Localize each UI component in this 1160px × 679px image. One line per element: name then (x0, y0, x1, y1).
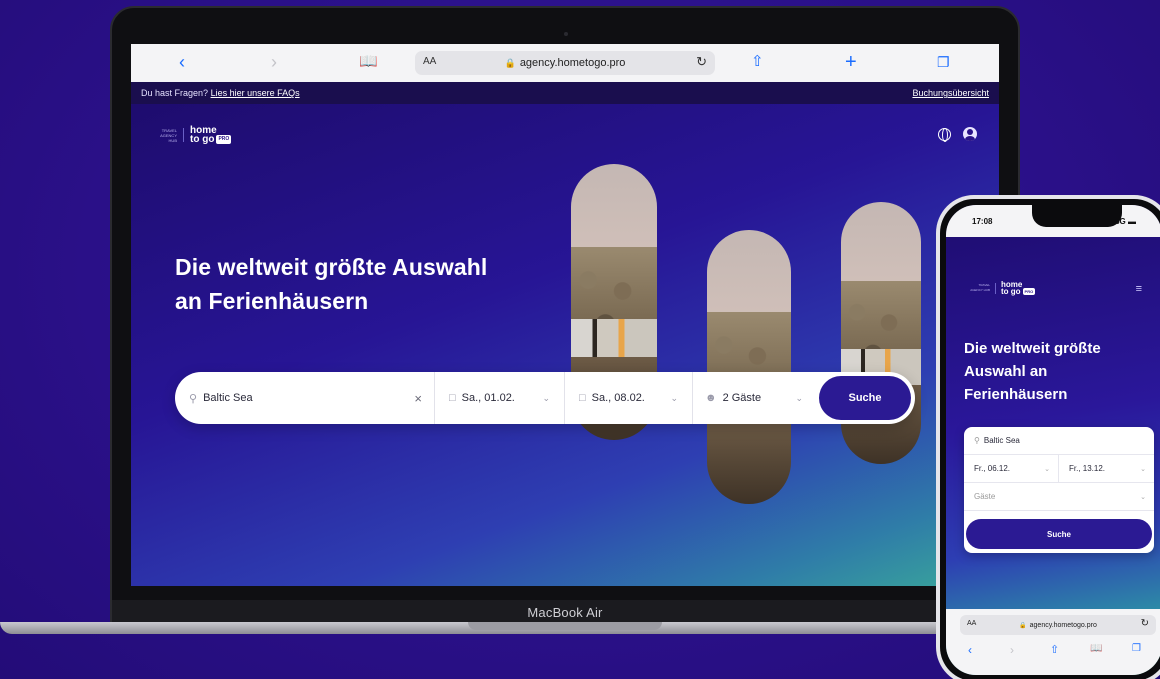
phone-headline-line-2: Auswahl an (964, 363, 1048, 380)
phone-logo-word-bottom: to go (1001, 287, 1021, 296)
lock-icon: 🔒 (1019, 622, 1027, 629)
calendar-icon: □ (579, 392, 586, 404)
phone-notch (1032, 205, 1122, 227)
phone-hero-headline: Die weltweit größte Auswahl an Ferienhäu… (964, 337, 1154, 406)
phone-logo-tagline: TRAVEL AGENCY HUB (970, 283, 990, 293)
globe-icon[interactable] (938, 128, 951, 142)
phone-headline-line-1: Die weltweit größte (964, 340, 1101, 357)
phone-checkin-field[interactable]: Fr., 06.12. ⌄ (964, 454, 1059, 483)
share-icon[interactable]: ⇧ (751, 52, 764, 72)
booking-overview-link[interactable]: Buchungsübersicht (912, 88, 989, 98)
phone-dates-row: Fr., 06.12. ⌄ Fr., 13.12. ⌄ (964, 454, 1154, 483)
search-icon: ⚲ (189, 392, 198, 405)
search-icon: ⚲ (974, 436, 980, 445)
arch-photo-3 (841, 202, 921, 464)
phone-address-bar[interactable]: AA 🔒 agency.hometogo.pro ↻ (960, 615, 1156, 635)
status-time: 17:08 (972, 216, 993, 226)
phone-logo[interactable]: TRAVEL AGENCY HUB home to go PRO (968, 281, 1036, 296)
phone-screen: 17:08 ▮▮ 5G ▬ TRAVEL AGENCY HUB home to … (946, 205, 1160, 675)
browser-toolbar: ‹ › 📖 AA 🔒 agency.hometogo.pro ↻ ⇧ + ❐ (131, 44, 999, 82)
logo-pro-badge: PRO (216, 135, 232, 144)
destination-field[interactable]: ⚲ Baltic Sea × (175, 372, 435, 424)
camera-dot (564, 32, 568, 36)
chevron-down-icon: ⌄ (542, 392, 550, 403)
phone-logo-wordmark: home to go PRO (1001, 281, 1036, 296)
share-icon[interactable]: ⇧ (1050, 643, 1059, 656)
phone-guests-field[interactable]: Gäste ⌄ (964, 483, 1154, 511)
promo-stage: MacBook Air ‹ › 📖 AA 🔒 agency.hometogo.p… (0, 0, 1160, 679)
phone-url-text: agency.hometogo.pro (1029, 621, 1097, 629)
arch-photo-2 (707, 230, 791, 504)
guests-value: 2 Gäste (722, 392, 762, 404)
hero-section: TRAVEL AGENCY HUB home to go PRO Die welt… (131, 104, 999, 586)
logo-divider (183, 128, 184, 143)
logo-word-bottom: to go (190, 134, 215, 146)
destination-value: Baltic Sea (203, 392, 253, 404)
reload-icon[interactable]: ↻ (1141, 618, 1149, 629)
headline-line-1: Die weltweit größte Auswahl (175, 254, 488, 280)
address-bar[interactable]: AA 🔒 agency.hometogo.pro ↻ (415, 51, 715, 75)
hero-headline: Die weltweit größte Auswahl an Ferienhäu… (175, 250, 555, 318)
back-icon[interactable]: ‹ (968, 643, 972, 657)
chevron-down-icon: ⌄ (1140, 493, 1146, 501)
book-icon[interactable]: 📖 (1090, 643, 1102, 654)
phone-reader-aa-button[interactable]: AA (967, 620, 976, 627)
plus-icon[interactable]: + (845, 52, 857, 72)
checkin-value: Sa., 01.02. (461, 392, 515, 404)
reload-icon[interactable]: ↻ (696, 54, 707, 70)
chevron-down-icon: ⌄ (795, 392, 803, 403)
chevron-down-icon: ⌄ (1140, 465, 1146, 473)
phone-browser-bar: AA 🔒 agency.hometogo.pro ↻ ‹ › ⇧ 📖 ❐ (946, 609, 1160, 675)
forward-icon[interactable]: › (271, 52, 277, 72)
laptop-bezel: MacBook Air (112, 600, 1018, 624)
hamburger-menu-icon[interactable]: ≡ (1136, 283, 1142, 295)
phone-headline-line-3: Ferienhäusern (964, 386, 1068, 403)
info-bar: Du hast Fragen? Lies hier unsere FAQs Bu… (131, 82, 999, 104)
url-text: agency.hometogo.pro (519, 57, 626, 69)
back-icon[interactable]: ‹ (179, 52, 185, 72)
logo-wordmark: home to go PRO (190, 126, 232, 146)
phone-search-card: ⚲ Baltic Sea Fr., 06.12. ⌄ Fr., 13.12. ⌄ (964, 427, 1154, 553)
faq-link[interactable]: Lies hier unsere FAQs (211, 88, 300, 98)
logo-tagline: TRAVEL AGENCY HUB (160, 127, 177, 143)
phone-guests-placeholder: Gäste (974, 492, 996, 501)
user-avatar-icon[interactable] (963, 127, 977, 141)
person-icon: ☻ (705, 392, 717, 404)
laptop-notch (468, 622, 662, 630)
calendar-icon: □ (449, 392, 456, 404)
phone-bezel: 17:08 ▮▮ 5G ▬ TRAVEL AGENCY HUB home to … (940, 199, 1160, 679)
phone-logo-divider (995, 282, 996, 294)
checkout-field[interactable]: □ Sa., 08.02. ⌄ (565, 372, 693, 424)
phone-search-button[interactable]: Suche (966, 519, 1152, 549)
chevron-down-icon: ⌄ (1044, 465, 1050, 473)
phone-checkin-value: Fr., 06.12. (974, 464, 1011, 473)
search-bar: ⚲ Baltic Sea × □ Sa., 01.02. ⌄ □ Sa., 08… (175, 372, 915, 424)
phone-frame: 17:08 ▮▮ 5G ▬ TRAVEL AGENCY HUB home to … (936, 195, 1160, 679)
search-button[interactable]: Suche (819, 376, 911, 420)
logo[interactable]: TRAVEL AGENCY HUB home to go PRO (151, 126, 232, 146)
tabs-icon[interactable]: ❐ (937, 52, 950, 72)
phone-checkout-value: Fr., 13.12. (1069, 464, 1106, 473)
lock-icon: 🔒 (504, 57, 516, 68)
phone-destination-value: Baltic Sea (983, 436, 1020, 445)
guests-field[interactable]: ☻ 2 Gäste ⌄ (693, 372, 817, 424)
chevron-down-icon: ⌄ (670, 392, 678, 403)
laptop-screen: ‹ › 📖 AA 🔒 agency.hometogo.pro ↻ ⇧ + ❐ D… (131, 44, 999, 586)
faq-question: Du hast Fragen? (141, 88, 209, 98)
reader-aa-button[interactable]: AA (423, 56, 436, 67)
tabs-icon[interactable]: ❐ (1132, 643, 1141, 654)
device-label: MacBook Air (527, 604, 603, 620)
forward-icon[interactable]: › (1010, 643, 1014, 657)
checkin-field[interactable]: □ Sa., 01.02. ⌄ (435, 372, 565, 424)
headline-line-2: an Ferienhäusern (175, 288, 369, 314)
phone-logo-pro-badge: PRO (1022, 288, 1036, 296)
faq-prompt: Du hast Fragen? Lies hier unsere FAQs (141, 88, 300, 98)
checkout-value: Sa., 08.02. (591, 392, 645, 404)
phone-checkout-field[interactable]: Fr., 13.12. ⌄ (1059, 455, 1154, 483)
phone-destination-field[interactable]: ⚲ Baltic Sea (964, 427, 1154, 455)
clear-icon[interactable]: × (414, 391, 422, 406)
book-icon[interactable]: 📖 (359, 52, 378, 72)
